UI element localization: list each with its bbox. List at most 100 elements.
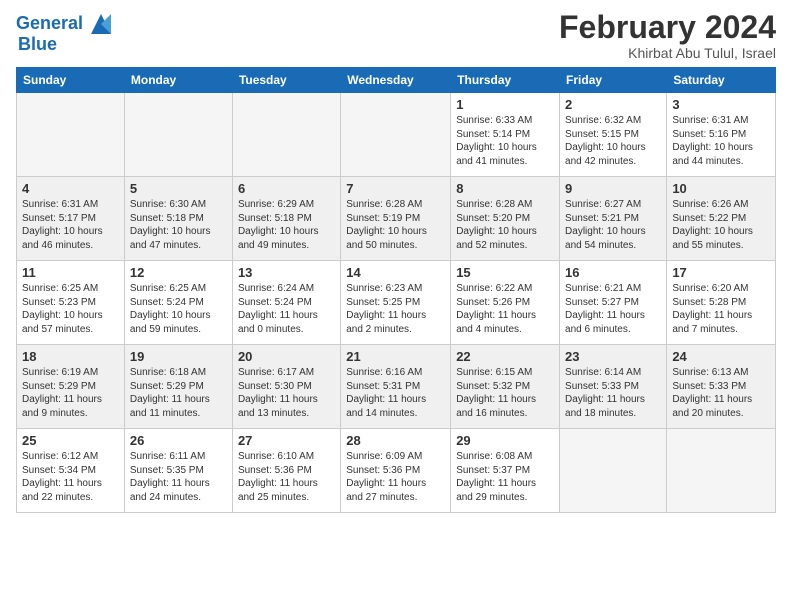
col-sunday: Sunday — [17, 68, 125, 93]
calendar-subtitle: Khirbat Abu Tulul, Israel — [559, 45, 776, 61]
calendar-cell: 7 Sunrise: 6:28 AM Sunset: 5:19 PM Daylig… — [341, 177, 451, 261]
day-number: 9 — [565, 181, 661, 196]
day-info: Sunrise: 6:10 AM Sunset: 5:36 PM Dayligh… — [238, 450, 335, 504]
calendar-table: Sunday Monday Tuesday Wednesday Thursday… — [16, 67, 776, 513]
day-info: Sunrise: 6:33 AM Sunset: 5:14 PM Dayligh… — [456, 114, 554, 168]
col-friday: Friday — [560, 68, 667, 93]
calendar-cell — [17, 93, 125, 177]
day-number: 11 — [22, 265, 119, 280]
day-info: Sunrise: 6:31 AM Sunset: 5:16 PM Dayligh… — [672, 114, 770, 168]
calendar-cell: 13 Sunrise: 6:24 AM Sunset: 5:24 PM Dayli… — [232, 261, 340, 345]
calendar-title: February 2024 — [559, 10, 776, 45]
day-info: Sunrise: 6:32 AM Sunset: 5:15 PM Dayligh… — [565, 114, 661, 168]
day-info: Sunrise: 6:20 AM Sunset: 5:28 PM Dayligh… — [672, 282, 770, 336]
calendar-cell: 8 Sunrise: 6:28 AM Sunset: 5:20 PM Daylig… — [451, 177, 560, 261]
calendar-cell: 1 Sunrise: 6:33 AM Sunset: 5:14 PM Daylig… — [451, 93, 560, 177]
header: General Blue February 2024 Khirbat Abu T… — [16, 10, 776, 61]
calendar-cell: 15 Sunrise: 6:22 AM Sunset: 5:26 PM Dayli… — [451, 261, 560, 345]
day-info: Sunrise: 6:26 AM Sunset: 5:22 PM Dayligh… — [672, 198, 770, 252]
day-number: 20 — [238, 349, 335, 364]
col-thursday: Thursday — [451, 68, 560, 93]
col-wednesday: Wednesday — [341, 68, 451, 93]
day-info: Sunrise: 6:12 AM Sunset: 5:34 PM Dayligh… — [22, 450, 119, 504]
day-number: 4 — [22, 181, 119, 196]
calendar-cell — [232, 93, 340, 177]
calendar-cell: 29Sunrise: 6:08 AM Sunset: 5:37 PM Dayli… — [451, 429, 560, 513]
calendar-cell: 11Sunrise: 6:25 AM Sunset: 5:23 PM Dayli… — [17, 261, 125, 345]
day-info: Sunrise: 6:30 AM Sunset: 5:18 PM Dayligh… — [130, 198, 227, 252]
day-number: 3 — [672, 97, 770, 112]
day-number: 23 — [565, 349, 661, 364]
calendar-cell: 24Sunrise: 6:13 AM Sunset: 5:33 PM Dayli… — [667, 345, 776, 429]
calendar-row-3: 18Sunrise: 6:19 AM Sunset: 5:29 PM Dayli… — [17, 345, 776, 429]
calendar-cell: 20 Sunrise: 6:17 AM Sunset: 5:30 PM Dayli… — [232, 345, 340, 429]
day-info: Sunrise: 6:13 AM Sunset: 5:33 PM Dayligh… — [672, 366, 770, 420]
calendar-cell: 6 Sunrise: 6:29 AM Sunset: 5:18 PM Daylig… — [232, 177, 340, 261]
calendar-cell: 17 Sunrise: 6:20 AM Sunset: 5:28 PM Dayli… — [667, 261, 776, 345]
day-info: Sunrise: 6:08 AM Sunset: 5:37 PM Dayligh… — [456, 450, 554, 504]
calendar-row-1: 4 Sunrise: 6:31 AM Sunset: 5:17 PM Daylig… — [17, 177, 776, 261]
logo-text: General — [16, 14, 83, 34]
col-monday: Monday — [124, 68, 232, 93]
day-info: Sunrise: 6:22 AM Sunset: 5:26 PM Dayligh… — [456, 282, 554, 336]
calendar-row-2: 11Sunrise: 6:25 AM Sunset: 5:23 PM Dayli… — [17, 261, 776, 345]
day-number: 6 — [238, 181, 335, 196]
day-info: Sunrise: 6:31 AM Sunset: 5:17 PM Dayligh… — [22, 198, 119, 252]
calendar-cell: 25Sunrise: 6:12 AM Sunset: 5:34 PM Dayli… — [17, 429, 125, 513]
day-info: Sunrise: 6:23 AM Sunset: 5:25 PM Dayligh… — [346, 282, 445, 336]
calendar-cell — [560, 429, 667, 513]
calendar-cell: 22Sunrise: 6:15 AM Sunset: 5:32 PM Dayli… — [451, 345, 560, 429]
day-number: 14 — [346, 265, 445, 280]
calendar-row-4: 25Sunrise: 6:12 AM Sunset: 5:34 PM Dayli… — [17, 429, 776, 513]
header-row: Sunday Monday Tuesday Wednesday Thursday… — [17, 68, 776, 93]
calendar-cell — [124, 93, 232, 177]
day-info: Sunrise: 6:28 AM Sunset: 5:20 PM Dayligh… — [456, 198, 554, 252]
day-number: 21 — [346, 349, 445, 364]
day-info: Sunrise: 6:09 AM Sunset: 5:36 PM Dayligh… — [346, 450, 445, 504]
day-number: 1 — [456, 97, 554, 112]
logo-icon — [87, 10, 115, 38]
col-tuesday: Tuesday — [232, 68, 340, 93]
logo: General Blue — [16, 10, 115, 55]
col-saturday: Saturday — [667, 68, 776, 93]
day-info: Sunrise: 6:16 AM Sunset: 5:31 PM Dayligh… — [346, 366, 445, 420]
day-number: 26 — [130, 433, 227, 448]
calendar-cell: 3 Sunrise: 6:31 AM Sunset: 5:16 PM Daylig… — [667, 93, 776, 177]
calendar-cell: 16 Sunrise: 6:21 AM Sunset: 5:27 PM Dayli… — [560, 261, 667, 345]
day-number: 8 — [456, 181, 554, 196]
day-number: 2 — [565, 97, 661, 112]
day-number: 27 — [238, 433, 335, 448]
day-number: 13 — [238, 265, 335, 280]
day-info: Sunrise: 6:21 AM Sunset: 5:27 PM Dayligh… — [565, 282, 661, 336]
day-info: Sunrise: 6:27 AM Sunset: 5:21 PM Dayligh… — [565, 198, 661, 252]
day-info: Sunrise: 6:28 AM Sunset: 5:19 PM Dayligh… — [346, 198, 445, 252]
calendar-cell: 26Sunrise: 6:11 AM Sunset: 5:35 PM Dayli… — [124, 429, 232, 513]
calendar-cell: 28 Sunrise: 6:09 AM Sunset: 5:36 PM Dayli… — [341, 429, 451, 513]
day-info: Sunrise: 6:17 AM Sunset: 5:30 PM Dayligh… — [238, 366, 335, 420]
calendar-cell: 23 Sunrise: 6:14 AM Sunset: 5:33 PM Dayli… — [560, 345, 667, 429]
day-info: Sunrise: 6:15 AM Sunset: 5:32 PM Dayligh… — [456, 366, 554, 420]
day-number: 16 — [565, 265, 661, 280]
calendar-cell — [667, 429, 776, 513]
day-number: 7 — [346, 181, 445, 196]
title-block: February 2024 Khirbat Abu Tulul, Israel — [559, 10, 776, 61]
calendar-cell: 2 Sunrise: 6:32 AM Sunset: 5:15 PM Daylig… — [560, 93, 667, 177]
calendar-cell: 5 Sunrise: 6:30 AM Sunset: 5:18 PM Daylig… — [124, 177, 232, 261]
calendar-cell — [341, 93, 451, 177]
calendar-cell: 14 Sunrise: 6:23 AM Sunset: 5:25 PM Dayli… — [341, 261, 451, 345]
calendar-cell: 21 Sunrise: 6:16 AM Sunset: 5:31 PM Dayli… — [341, 345, 451, 429]
day-number: 19 — [130, 349, 227, 364]
day-number: 12 — [130, 265, 227, 280]
day-info: Sunrise: 6:29 AM Sunset: 5:18 PM Dayligh… — [238, 198, 335, 252]
day-info: Sunrise: 6:14 AM Sunset: 5:33 PM Dayligh… — [565, 366, 661, 420]
day-number: 17 — [672, 265, 770, 280]
calendar-cell: 19Sunrise: 6:18 AM Sunset: 5:29 PM Dayli… — [124, 345, 232, 429]
day-number: 15 — [456, 265, 554, 280]
calendar-cell: 9 Sunrise: 6:27 AM Sunset: 5:21 PM Daylig… — [560, 177, 667, 261]
day-number: 28 — [346, 433, 445, 448]
calendar-cell: 27 Sunrise: 6:10 AM Sunset: 5:36 PM Dayli… — [232, 429, 340, 513]
day-info: Sunrise: 6:24 AM Sunset: 5:24 PM Dayligh… — [238, 282, 335, 336]
day-number: 5 — [130, 181, 227, 196]
page: General Blue February 2024 Khirbat Abu T… — [0, 0, 792, 612]
calendar-cell: 18Sunrise: 6:19 AM Sunset: 5:29 PM Dayli… — [17, 345, 125, 429]
